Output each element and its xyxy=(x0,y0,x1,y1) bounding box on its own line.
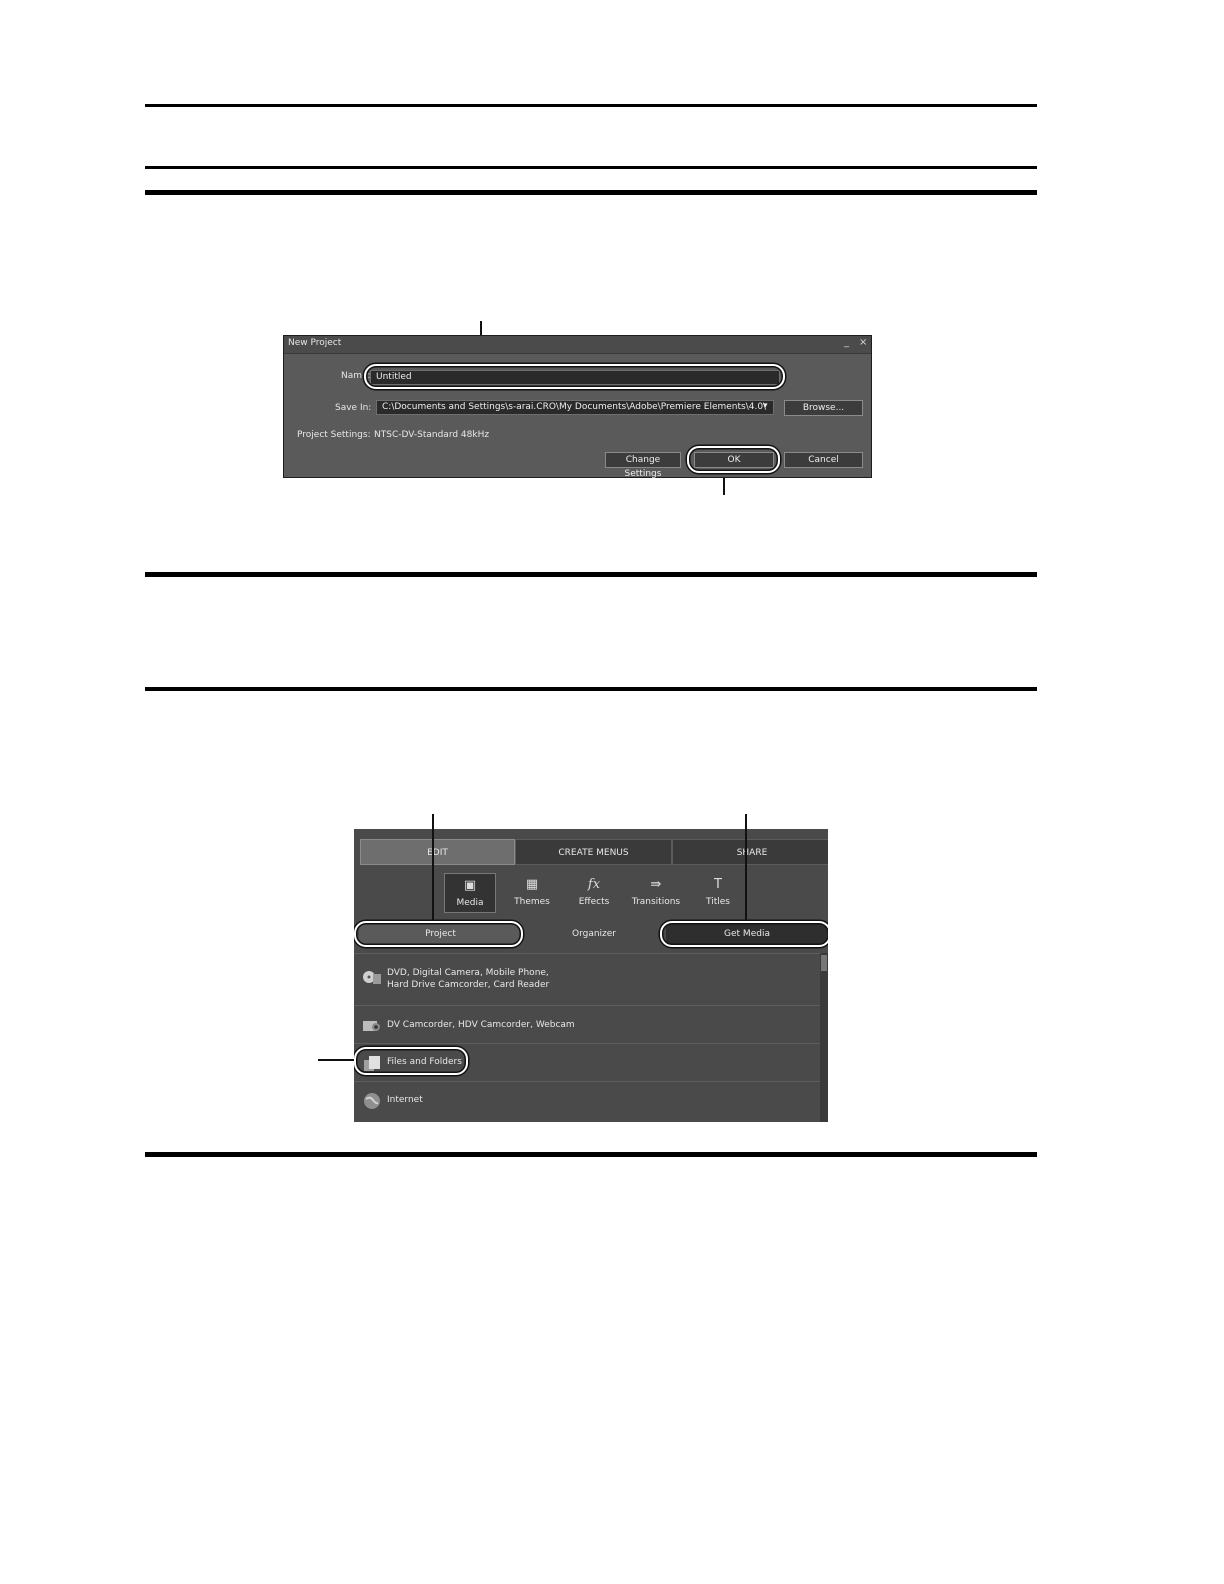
source-row-dvd[interactable]: DVD, Digital Camera, Mobile Phone, Hard … xyxy=(354,953,820,1005)
save-in-dropdown[interactable]: C:\Documents and Settings\s-arai.CRO\My … xyxy=(376,400,774,415)
tool-transitions[interactable]: ⇛ Transitions xyxy=(630,873,682,913)
project-tab-pointer xyxy=(432,814,434,921)
change-settings-button[interactable]: Change Settings xyxy=(605,452,681,479)
transitions-icon: ⇛ xyxy=(650,877,662,892)
cancel-button[interactable]: Cancel xyxy=(784,452,863,468)
globe-icon xyxy=(362,1092,382,1110)
name-field-callout xyxy=(364,364,785,389)
minimize-icon[interactable]: _ xyxy=(844,337,849,349)
new-project-dialog: New Project _ × Name: Untitled Save In: … xyxy=(283,335,872,479)
chevron-down-icon[interactable]: ▾ xyxy=(763,401,768,411)
tab-create-menus[interactable]: CREATE MENUS xyxy=(515,839,672,865)
save-in-label: Save In: xyxy=(335,403,372,413)
tool-themes-label: Themes xyxy=(514,897,550,907)
close-icon[interactable]: × xyxy=(859,337,867,349)
camcorder-icon xyxy=(362,1016,382,1034)
project-tab-callout xyxy=(354,921,523,947)
source-row-files-and-folders[interactable]: Files and Folders xyxy=(354,1043,820,1081)
tool-media[interactable]: ▣ Media xyxy=(444,873,496,913)
source-dvd-line2: Hard Drive Camcorder, Card Reader xyxy=(387,980,550,990)
scrollbar-thumb[interactable] xyxy=(821,955,827,971)
files-and-folders-callout xyxy=(354,1047,468,1075)
project-settings-value: NTSC-DV-Standard 48kHz xyxy=(374,430,490,440)
source-dv-camcorder-label: DV Camcorder, HDV Camcorder, Webcam xyxy=(387,1020,575,1030)
tool-transitions-label: Transitions xyxy=(631,897,681,907)
save-in-value: C:\Documents and Settings\s-arai.CRO\My … xyxy=(382,402,767,412)
get-media-tab-pointer xyxy=(745,814,747,921)
titles-icon: T xyxy=(714,877,722,892)
tab-share[interactable]: SHARE xyxy=(672,839,828,865)
browse-button[interactable]: Browse... xyxy=(784,400,863,416)
ok-button-callout xyxy=(687,446,780,473)
tool-effects[interactable]: fx Effects xyxy=(568,873,620,913)
source-internet-label: Internet xyxy=(387,1095,423,1105)
mid-rule-1 xyxy=(145,572,1037,577)
subtab-organizer[interactable]: Organizer xyxy=(522,924,666,944)
top-rule-3 xyxy=(145,190,1037,195)
top-rule-2 xyxy=(145,166,1037,169)
source-row-dv-camcorder[interactable]: DV Camcorder, HDV Camcorder, Webcam xyxy=(354,1005,820,1043)
effects-icon: fx xyxy=(587,877,601,892)
tool-titles-label: Titles xyxy=(706,897,730,907)
tool-effects-label: Effects xyxy=(578,897,610,907)
dialog-title: New Project xyxy=(288,338,342,348)
premiere-elements-panel: EDIT CREATE MENUS SHARE ▣ Media ▦ Themes… xyxy=(354,829,828,1122)
project-settings-label: Project Settings: xyxy=(297,430,371,440)
dialog-title-bar: New Project _ × xyxy=(284,336,871,354)
top-rule-1 xyxy=(145,104,1037,107)
themes-icon: ▦ xyxy=(525,877,539,892)
source-list-scrollbar[interactable] xyxy=(820,953,828,1122)
source-dvd-line1: DVD, Digital Camera, Mobile Phone, xyxy=(387,968,549,978)
tool-media-label: Media xyxy=(456,898,484,908)
source-row-internet[interactable]: Internet xyxy=(354,1081,820,1122)
files-and-folders-pointer xyxy=(318,1059,358,1061)
dvd-camera-icon xyxy=(362,968,382,986)
tool-themes[interactable]: ▦ Themes xyxy=(506,873,558,913)
tool-titles[interactable]: T Titles xyxy=(692,873,744,913)
media-icon: ▣ xyxy=(463,878,477,893)
bottom-rule xyxy=(145,1152,1037,1157)
mid-rule-2 xyxy=(145,687,1037,691)
get-media-tab-callout xyxy=(660,921,828,947)
tab-edit[interactable]: EDIT xyxy=(360,839,515,865)
